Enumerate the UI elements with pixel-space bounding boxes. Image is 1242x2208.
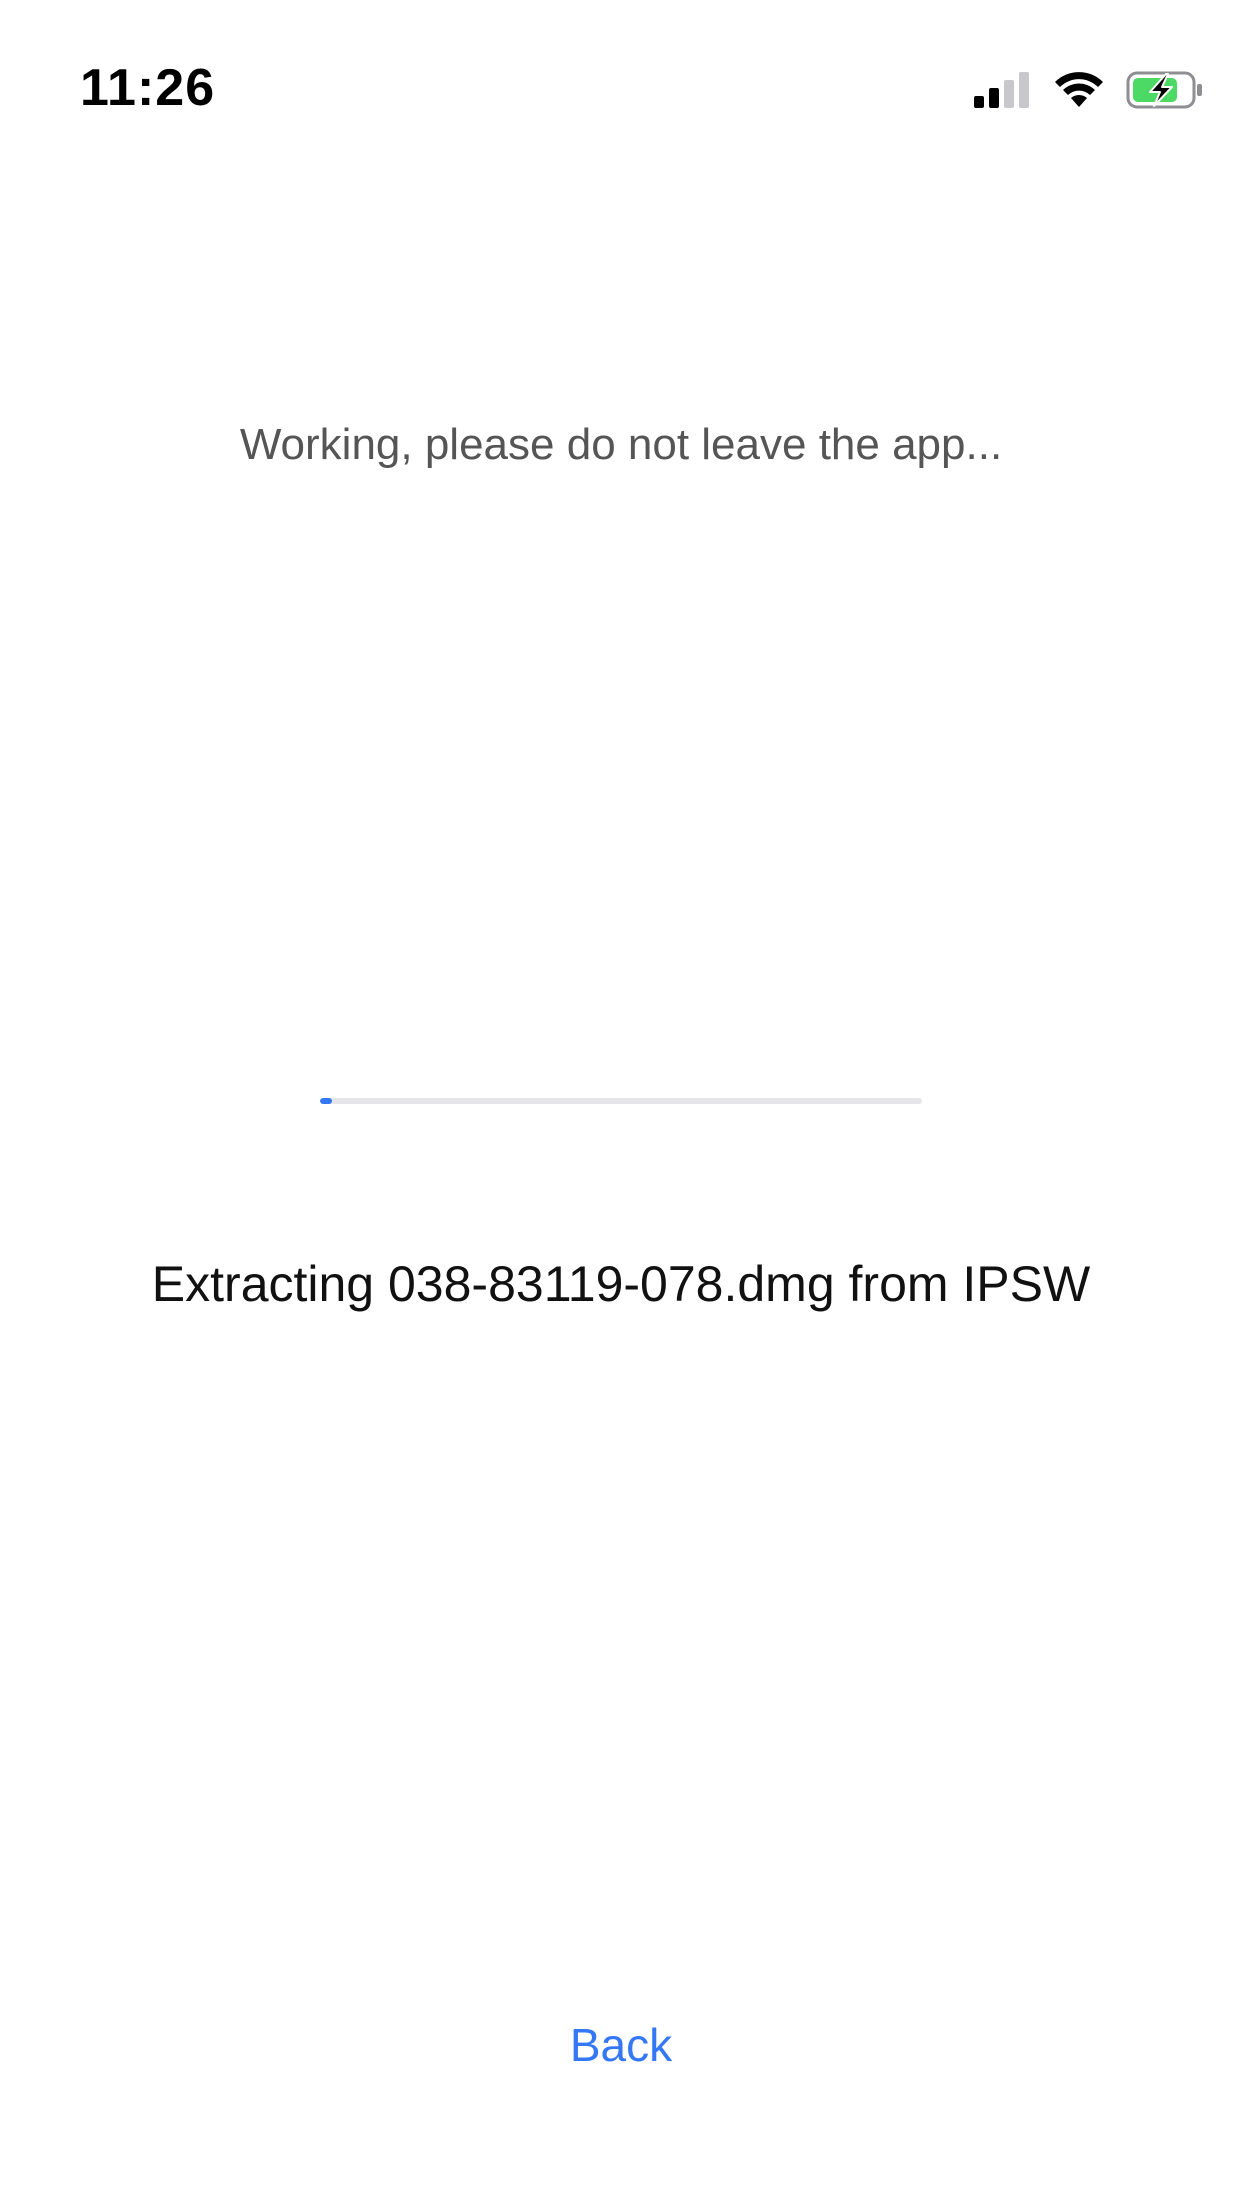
status-icons <box>972 68 1204 112</box>
status-time: 11:26 <box>80 59 216 117</box>
progress-bar <box>320 1098 922 1104</box>
progress-fill <box>320 1098 333 1104</box>
battery-charging-icon <box>1126 71 1202 109</box>
working-message: Working, please do not leave the app... <box>239 420 1003 469</box>
status-bar: 11:26 <box>0 0 1242 180</box>
wifi-icon <box>1055 72 1103 107</box>
extraction-status: Extracting 038-83119-078.dmg from IPSW <box>151 1256 1091 1312</box>
cellular-signal-icon <box>974 72 1029 108</box>
back-button[interactable]: Back <box>521 2010 721 2080</box>
